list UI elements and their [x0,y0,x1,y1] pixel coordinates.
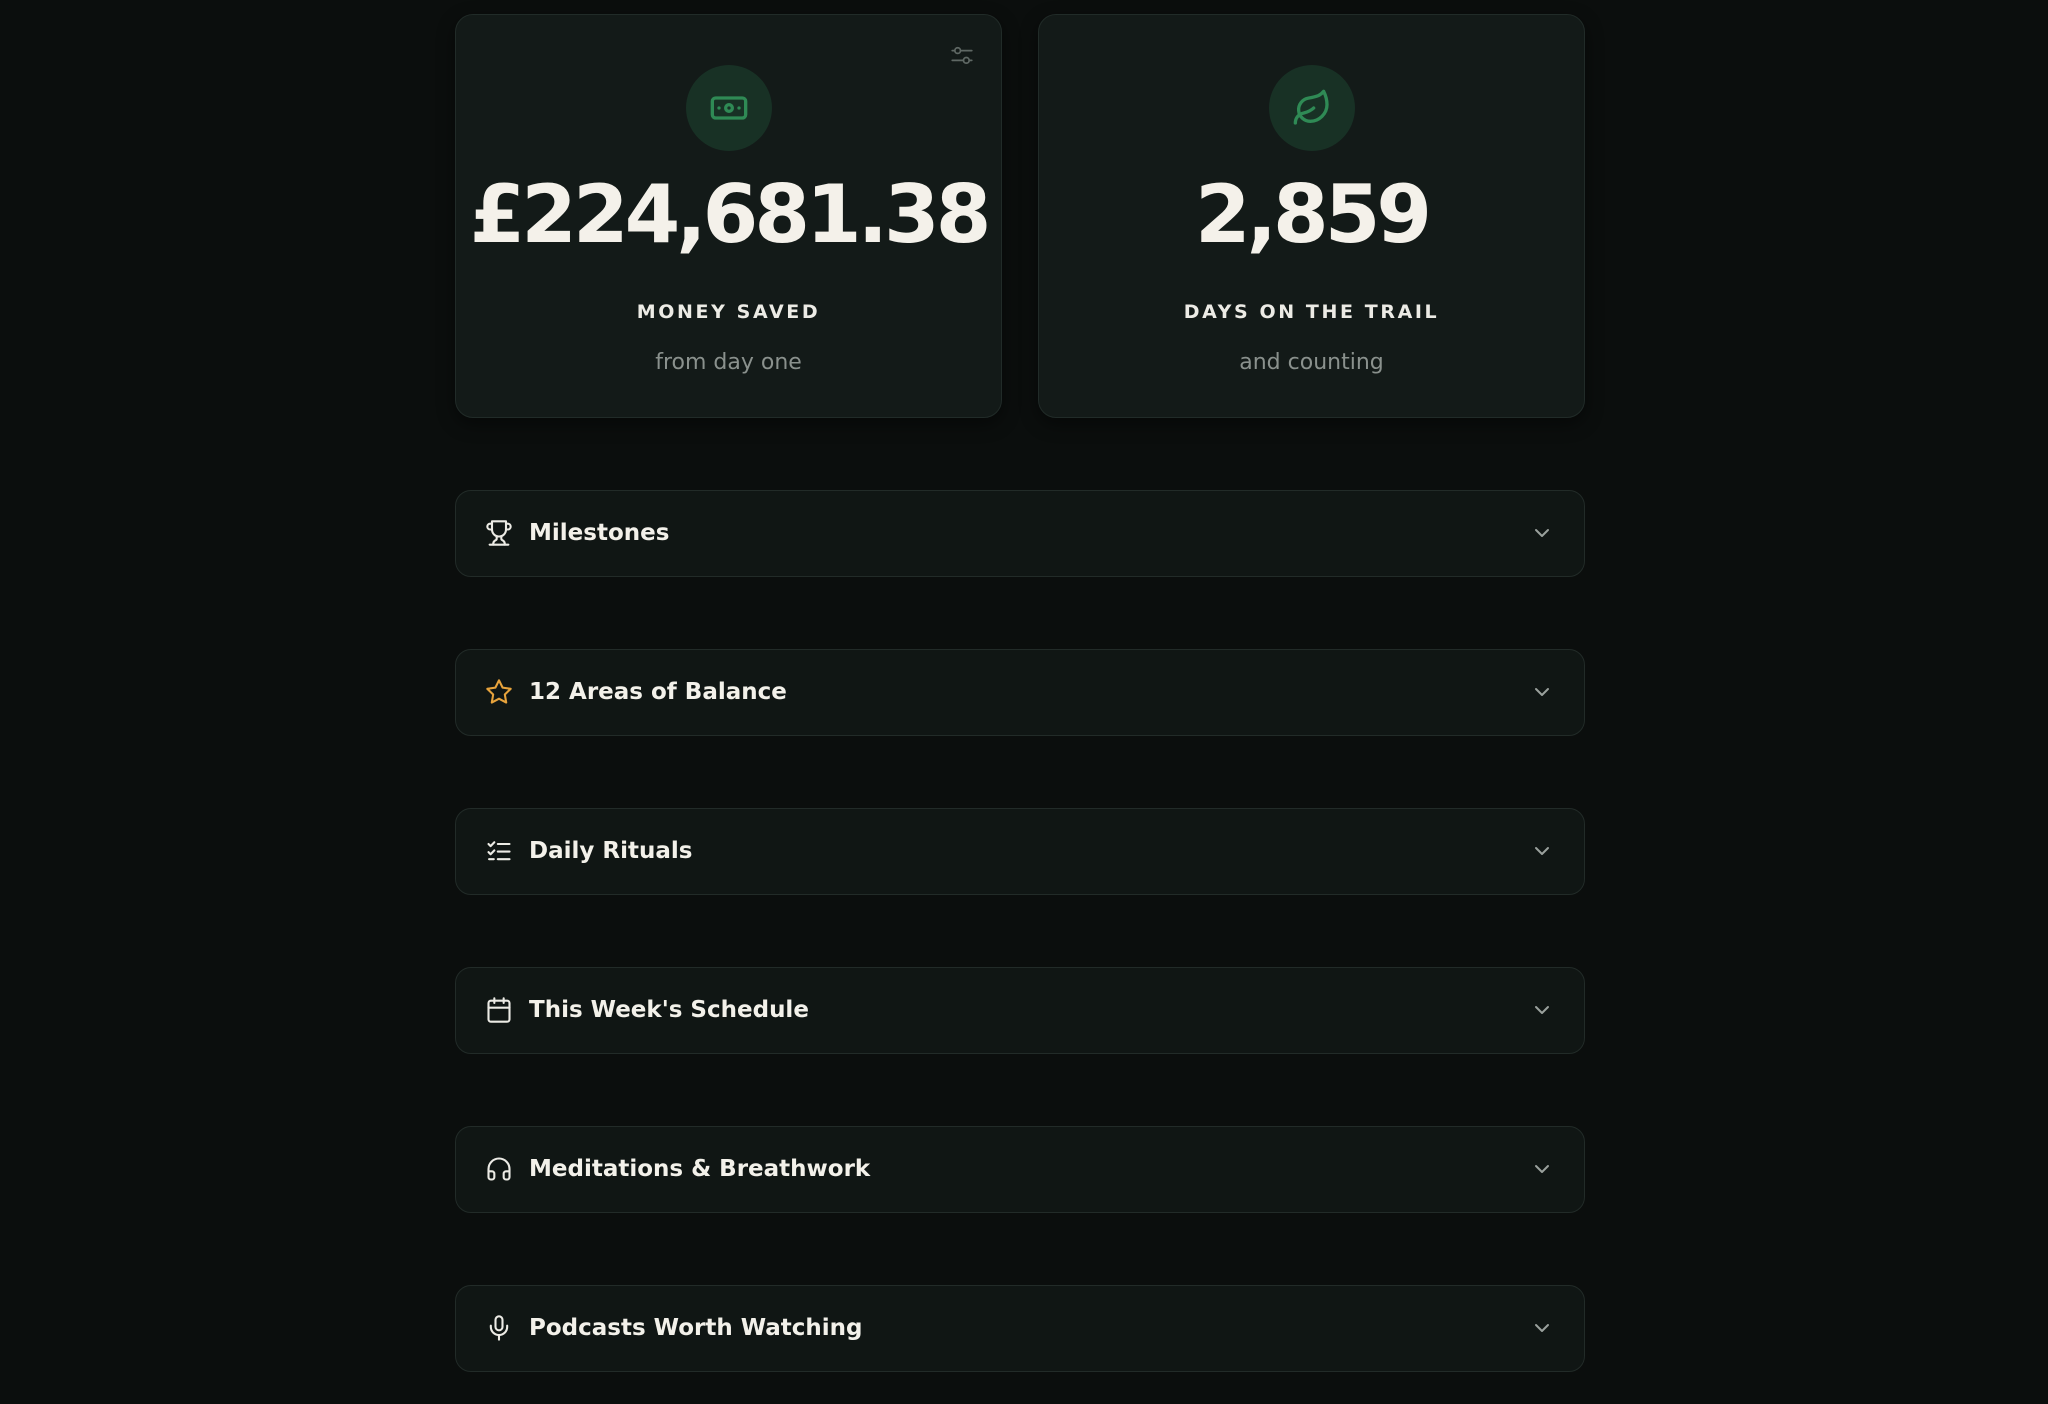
star-icon [484,677,514,707]
money-saved-card: £224,681.38 MONEY SAVED from day one [455,14,1002,418]
settings-button[interactable] [943,37,981,75]
section-areas-of-balance[interactable]: 12 Areas of Balance [455,649,1585,736]
microphone-icon [484,1313,514,1343]
section-title: Meditations & Breathwork [529,1156,871,1182]
days-on-trail-label: DAYS ON THE TRAIL [1183,301,1440,323]
headphones-icon [484,1154,514,1184]
section-weekly-schedule[interactable]: This Week's Schedule [455,967,1585,1054]
banknote-icon [710,96,747,120]
section-podcasts[interactable]: Podcasts Worth Watching [455,1285,1585,1372]
money-saved-subtitle: from day one [655,350,802,375]
sliders-icon[interactable] [949,43,975,69]
chevron-down-icon[interactable] [1530,680,1554,704]
section-title: Podcasts Worth Watching [529,1315,863,1341]
chevron-down-icon[interactable] [1530,521,1554,545]
section-title: 12 Areas of Balance [529,679,787,705]
page: £224,681.38 MONEY SAVED from day one 2,8… [0,0,2048,1404]
stats-row: £224,681.38 MONEY SAVED from day one 2,8… [455,14,1585,420]
section-milestones[interactable]: Milestones [455,490,1585,577]
trophy-icon [484,518,514,548]
days-on-trail-value: 2,859 [1194,168,1432,261]
chevron-down-icon[interactable] [1530,839,1554,863]
days-on-trail-subtitle: and counting [1239,350,1384,375]
chevron-down-icon[interactable] [1530,998,1554,1022]
checklist-icon [484,836,514,866]
section-title: Milestones [529,520,670,546]
money-saved-value: £224,681.38 [469,168,992,261]
money-icon-circle [685,65,772,151]
leaf-icon [1293,89,1329,125]
section-meditations[interactable]: Meditations & Breathwork [455,1126,1585,1213]
days-icon-circle [1268,65,1355,151]
chevron-down-icon[interactable] [1530,1157,1554,1181]
days-on-trail-card: 2,859 DAYS ON THE TRAIL and counting [1038,14,1585,418]
section-title: Daily Rituals [529,838,693,864]
chevron-down-icon[interactable] [1530,1316,1554,1340]
section-daily-rituals[interactable]: Daily Rituals [455,808,1585,895]
section-title: This Week's Schedule [529,997,809,1023]
calendar-icon [484,995,514,1025]
money-saved-label: MONEY SAVED [636,301,821,323]
